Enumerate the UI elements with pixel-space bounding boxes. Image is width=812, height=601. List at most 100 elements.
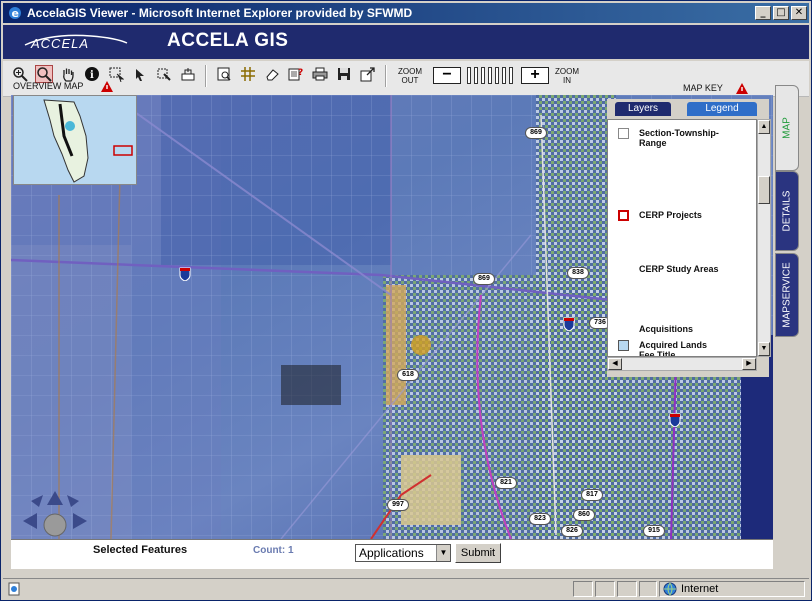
zoom-out-button[interactable]: −	[433, 67, 461, 84]
query-tool[interactable]: ?	[287, 65, 305, 83]
legend-horizontal-scrollbar[interactable]: ◀ ▶	[607, 357, 757, 371]
scroll-up-arrow[interactable]: ▲	[758, 120, 770, 134]
road-shield: 860	[573, 509, 595, 521]
maximize-button[interactable]: □	[773, 6, 789, 20]
interstate-shield-icon	[669, 413, 681, 427]
save-icon	[338, 68, 350, 80]
road-shield: 997	[387, 499, 409, 511]
select-point-tool[interactable]	[131, 65, 149, 83]
grid-tool[interactable]	[239, 65, 257, 83]
grid-icon	[241, 67, 255, 81]
no-symbol	[618, 324, 629, 335]
florida-overview	[14, 96, 136, 184]
select-point-icon	[136, 69, 144, 81]
select-box-icon	[109, 67, 124, 82]
ie-browser-icon: e	[9, 7, 21, 20]
side-tab-details[interactable]: DETAILS	[775, 171, 799, 251]
clear-selection-icon	[181, 68, 195, 81]
interstate-shield-icon	[563, 317, 575, 331]
query-icon: ?	[288, 68, 303, 81]
empty-box-icon	[618, 128, 629, 139]
legend-item: Section-Township-Range	[618, 128, 719, 148]
pan-northwest-arrow	[31, 495, 43, 507]
tab-layers[interactable]: Layers	[615, 102, 671, 116]
scroll-left-arrow[interactable]: ◀	[608, 358, 622, 370]
chevron-down-icon[interactable]: ▼	[436, 545, 450, 561]
pan-north-arrow	[47, 491, 63, 505]
zoom-level-bar[interactable]	[502, 67, 506, 84]
minimize-button[interactable]: _	[755, 6, 771, 20]
road-shield: 826	[561, 525, 583, 537]
legend-item-label: Acquired Lands Fee Title	[639, 340, 708, 357]
export-icon	[360, 67, 375, 82]
overview-map[interactable]	[13, 95, 137, 185]
legend-item: Acquisitions	[618, 324, 719, 335]
clear-selection-tool[interactable]	[179, 65, 197, 83]
selection-bar: Selected Features Count: 1 Applications …	[11, 539, 773, 569]
pan-navigation-control[interactable]	[21, 491, 91, 539]
title-bar: e AccelaGIS Viewer - Microsoft Internet …	[3, 3, 809, 23]
print-icon	[312, 67, 328, 81]
select-line-icon	[157, 68, 171, 81]
select-value: Applications	[359, 546, 424, 560]
export-tool[interactable]	[359, 65, 377, 83]
no-symbol	[618, 264, 629, 275]
toolbar-separator	[205, 65, 207, 87]
status-bar: Internet	[3, 578, 809, 598]
pan-west-arrow	[23, 513, 37, 529]
eraser-icon	[266, 69, 279, 81]
interstate-shield-icon	[179, 267, 191, 281]
scroll-right-arrow[interactable]: ▶	[742, 358, 756, 370]
zoom-level-bar[interactable]	[488, 67, 492, 84]
road-shield: 838	[567, 267, 589, 279]
pan-center-button	[43, 513, 67, 537]
browser-window: e AccelaGIS Viewer - Microsoft Internet …	[0, 0, 812, 601]
page-icon	[8, 582, 20, 596]
blue-box-icon	[618, 340, 629, 351]
pan-northeast-arrow	[67, 495, 79, 507]
close-button[interactable]: ✕	[791, 6, 807, 20]
zoom-in-button[interactable]: +	[521, 67, 549, 84]
zoom-level-bar[interactable]	[467, 67, 471, 84]
red-box-icon	[618, 210, 629, 221]
eraser-tool[interactable]	[263, 65, 281, 83]
scroll-down-arrow[interactable]: ▼	[758, 342, 770, 356]
identify-tool[interactable]: i	[83, 65, 101, 83]
side-tab-map[interactable]: MAP	[775, 85, 799, 171]
legend-item-label: Section-Township-Range	[639, 128, 719, 148]
scroll-thumb[interactable]	[758, 176, 770, 204]
globe-icon	[663, 582, 677, 596]
pan-east-arrow	[73, 513, 87, 529]
find-tool[interactable]	[215, 65, 233, 83]
tab-legend[interactable]: Legend	[687, 102, 757, 116]
zoom-level-bar[interactable]	[509, 67, 513, 84]
legend-item: Acquired Lands Fee Title	[618, 340, 719, 357]
warning-icon[interactable]	[101, 81, 113, 92]
window-title: AccelaGIS Viewer - Microsoft Internet Ex…	[27, 6, 413, 20]
legend-item: CERP Study Areas	[618, 264, 719, 275]
print-tool[interactable]	[311, 65, 329, 83]
security-zone-label: Internet	[681, 583, 719, 595]
legend-list: Section-Township-Range CERP Projects CER…	[607, 119, 757, 357]
overview-map-label: OVERVIEW MAP	[13, 81, 84, 91]
road-shield: 618	[397, 369, 419, 381]
app-header: ACCELA ACCELA GIS	[3, 25, 809, 59]
zoom-level-bar[interactable]	[481, 67, 485, 84]
svg-text:e: e	[12, 7, 19, 20]
info-icon: i	[85, 67, 99, 81]
legend-item-label: Acquisitions	[639, 324, 694, 334]
warning-icon[interactable]	[736, 83, 748, 94]
save-tool[interactable]	[335, 65, 353, 83]
logo-text: ACCELA	[30, 36, 89, 51]
status-cell	[573, 581, 593, 597]
submit-button[interactable]: Submit	[455, 543, 501, 563]
legend-vertical-scrollbar[interactable]: ▲ ▼	[757, 119, 771, 357]
map-key-label: MAP KEY	[683, 83, 723, 93]
zoom-in-label: ZOOM IN	[555, 67, 579, 85]
side-tab-mapservice[interactable]: MAPSERVICE	[775, 253, 799, 337]
select-line-tool[interactable]	[155, 65, 173, 83]
status-cell	[639, 581, 657, 597]
zoom-level-bar[interactable]	[495, 67, 499, 84]
applications-select[interactable]: Applications ▼	[355, 544, 451, 562]
zoom-level-bar[interactable]	[474, 67, 478, 84]
